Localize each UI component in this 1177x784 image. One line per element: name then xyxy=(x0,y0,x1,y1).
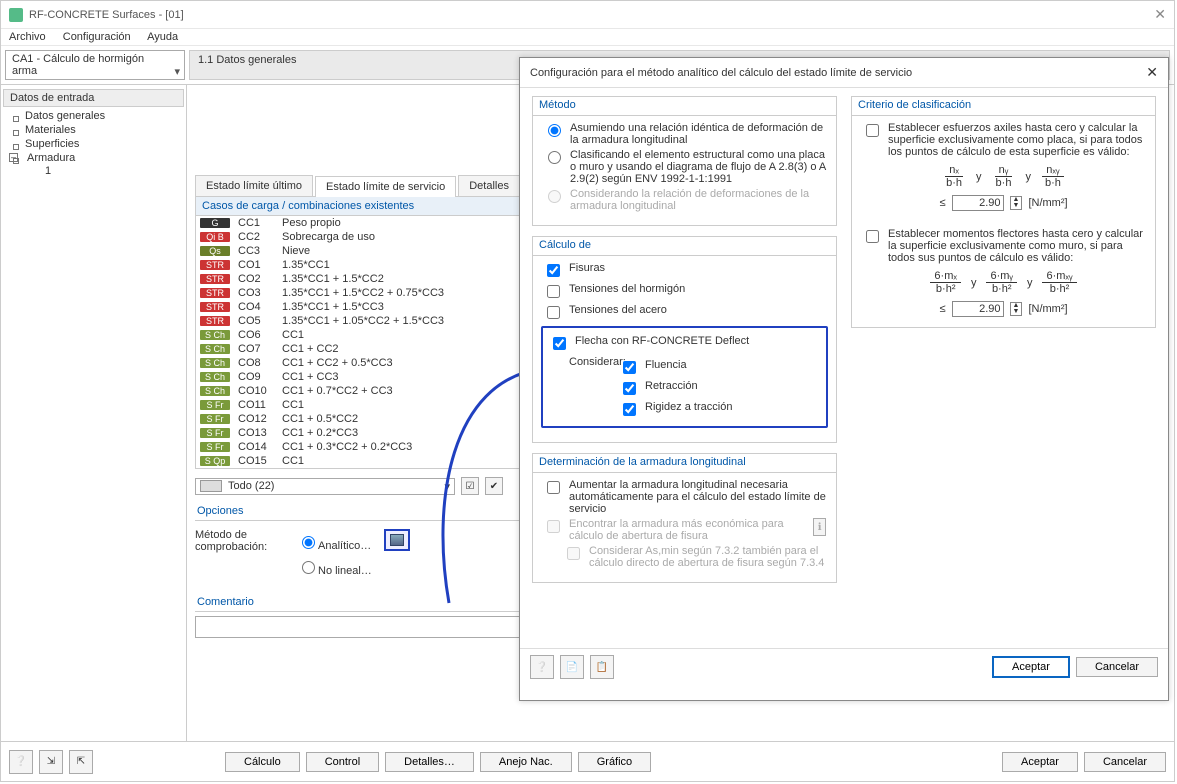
btn-cancel-main[interactable]: Cancelar xyxy=(1084,752,1166,772)
config-icon xyxy=(390,534,404,546)
chk-aumentar[interactable]: Aumentar la armadura longitudinal necesa… xyxy=(543,479,826,515)
det-legend: Determinación de la armadura longitudina… xyxy=(533,454,836,473)
titlebar: RF-CONCRETE Surfaces - [01] ✕ xyxy=(1,1,1174,29)
dialog-close-icon[interactable]: ✕ xyxy=(1146,64,1158,81)
chk-asmin: Considerar As,min según 7.3.2 también pa… xyxy=(563,545,826,569)
input-axiles-limit[interactable]: 2.90 xyxy=(952,195,1004,211)
menu-config[interactable]: Configuración xyxy=(63,31,131,43)
consider-label: Considerar: xyxy=(549,356,619,422)
tree-armadura-child[interactable]: 1 xyxy=(1,165,186,177)
tree-collapse-icon[interactable]: – xyxy=(9,153,18,162)
menubar: Archivo Configuración Ayuda xyxy=(1,29,1174,46)
tab-ult[interactable]: Estado límite último xyxy=(195,175,313,196)
spinner-flect[interactable]: ▲▼ xyxy=(1010,302,1023,316)
spinner-axiles[interactable]: ▲▼ xyxy=(1010,196,1023,210)
chk-deflect[interactable]: Flecha con RF-CONCRETE Deflect xyxy=(549,335,820,353)
ca-combo[interactable]: CA1 - Cálculo de hormigón arma xyxy=(5,50,185,80)
tree-item[interactable]: Superficies xyxy=(1,137,186,151)
deflect-highlight: Flecha con RF-CONCRETE Deflect Considera… xyxy=(541,326,828,428)
dlg-paste-icon[interactable]: 📋 xyxy=(590,655,614,679)
app-window: RF-CONCRETE Surfaces - [01] ✕ Archivo Co… xyxy=(0,0,1175,782)
btn-control[interactable]: Control xyxy=(306,752,379,772)
chk-retraccion[interactable]: Retracción xyxy=(619,380,732,398)
window-close-icon[interactable]: ✕ xyxy=(1154,6,1166,23)
window-title: RF-CONCRETE Surfaces - [01] xyxy=(29,9,184,21)
radio-analytic[interactable]: Analítico… xyxy=(297,532,372,554)
crit-frame: Criterio de clasificación Establecer esf… xyxy=(851,96,1156,328)
chk-axiles[interactable]: Establecer esfuerzos axiles hasta cero y… xyxy=(862,122,1145,158)
chk-tens-acero[interactable]: Tensiones del acero xyxy=(543,304,826,322)
btn-sort[interactable]: ✔ xyxy=(485,477,503,495)
filter-label: Todo (22) xyxy=(228,480,274,492)
frac-row-axiles: nₓb·hynᵧb·hynₓᵧb·h xyxy=(862,164,1145,189)
input-flect-limit[interactable]: 2.90 xyxy=(952,301,1004,317)
dialog-footer: ❔ 📄 📋 Aceptar Cancelar xyxy=(520,648,1168,685)
method-frame: Método Asumiendo una relación idéntica d… xyxy=(532,96,837,226)
sls-config-dialog: Configuración para el método analítico d… xyxy=(519,57,1169,701)
dlg-cancel[interactable]: Cancelar xyxy=(1076,657,1158,677)
config-button[interactable] xyxy=(384,529,410,551)
tree-item[interactable]: Datos generales xyxy=(1,109,186,123)
btn-details[interactable]: Detalles… xyxy=(385,752,474,772)
app-icon xyxy=(9,8,23,22)
info-icon[interactable]: ℹ xyxy=(813,518,826,536)
radio-method-2[interactable]: Clasificando el elemento estructural com… xyxy=(543,149,826,185)
tree-item[interactable]: Materiales xyxy=(1,123,186,137)
det-frame: Determinación de la armadura longitudina… xyxy=(532,453,837,583)
dialog-titlebar: Configuración para el método analítico d… xyxy=(520,58,1168,88)
dlg-help-icon[interactable]: ❔ xyxy=(530,655,554,679)
filter-swatch xyxy=(200,480,222,492)
chk-econ: Encontrar la armadura más económica para… xyxy=(543,518,826,542)
tree-root[interactable]: Datos de entrada xyxy=(3,89,184,107)
radio-method-1[interactable]: Asumiendo una relación idéntica de defor… xyxy=(543,122,826,146)
options-label: Método de comprobación: xyxy=(195,529,285,553)
calc-legend: Cálculo de xyxy=(533,237,836,256)
help-icon[interactable]: ❔ xyxy=(9,750,33,774)
btn-calc[interactable]: Cálculo xyxy=(225,752,300,772)
dialog-title: Configuración para el método analítico d… xyxy=(530,67,912,79)
radio-method-3: Considerando la relación de deformacione… xyxy=(543,188,826,212)
btn-graf[interactable]: Gráfico xyxy=(578,752,651,772)
options-radios: Analítico… No lineal… xyxy=(297,529,372,582)
sidebar: Datos de entrada Datos generalesMaterial… xyxy=(1,85,187,755)
tab-det[interactable]: Detalles xyxy=(458,175,520,196)
frac-row-flect: 6·mₓb·h²y6·mᵧb·h²y6·mₓᵧb·h² xyxy=(862,270,1145,295)
bottom-bar: ❔ ⇲ ⇱ Cálculo Control Detalles… Anejo Na… xyxy=(1,741,1174,781)
method-legend: Método xyxy=(533,97,836,116)
chk-rigidez[interactable]: Rigidez a tracción xyxy=(619,401,732,419)
calc-frame: Cálculo de Fisuras Tensiones del hormigó… xyxy=(532,236,837,443)
filter-combo[interactable]: Todo (22) xyxy=(195,478,455,495)
menu-file[interactable]: Archivo xyxy=(9,31,46,43)
chk-tens-hormigon[interactable]: Tensiones del hormigón xyxy=(543,283,826,301)
btn-ok-main[interactable]: Aceptar xyxy=(1002,752,1078,772)
chk-fluencia[interactable]: Fluencia xyxy=(619,359,732,377)
tab-serv[interactable]: Estado límite de servicio xyxy=(315,176,456,197)
export-icon[interactable]: ⇲ xyxy=(39,750,63,774)
dlg-copy-icon[interactable]: 📄 xyxy=(560,655,584,679)
chk-flect[interactable]: Establecer momentos flectores hasta cero… xyxy=(862,228,1145,264)
import-icon[interactable]: ⇱ xyxy=(69,750,93,774)
btn-check-all[interactable]: ☑ xyxy=(461,477,479,495)
menu-help[interactable]: Ayuda xyxy=(147,31,178,43)
chk-fisuras[interactable]: Fisuras xyxy=(543,262,826,280)
tree-armadura[interactable]: – Armadura xyxy=(1,151,186,165)
radio-nonlinear[interactable]: No lineal… xyxy=(297,557,372,579)
crit-legend: Criterio de clasificación xyxy=(852,97,1155,116)
dlg-ok[interactable]: Aceptar xyxy=(992,656,1070,678)
btn-anejo[interactable]: Anejo Nac. xyxy=(480,752,572,772)
